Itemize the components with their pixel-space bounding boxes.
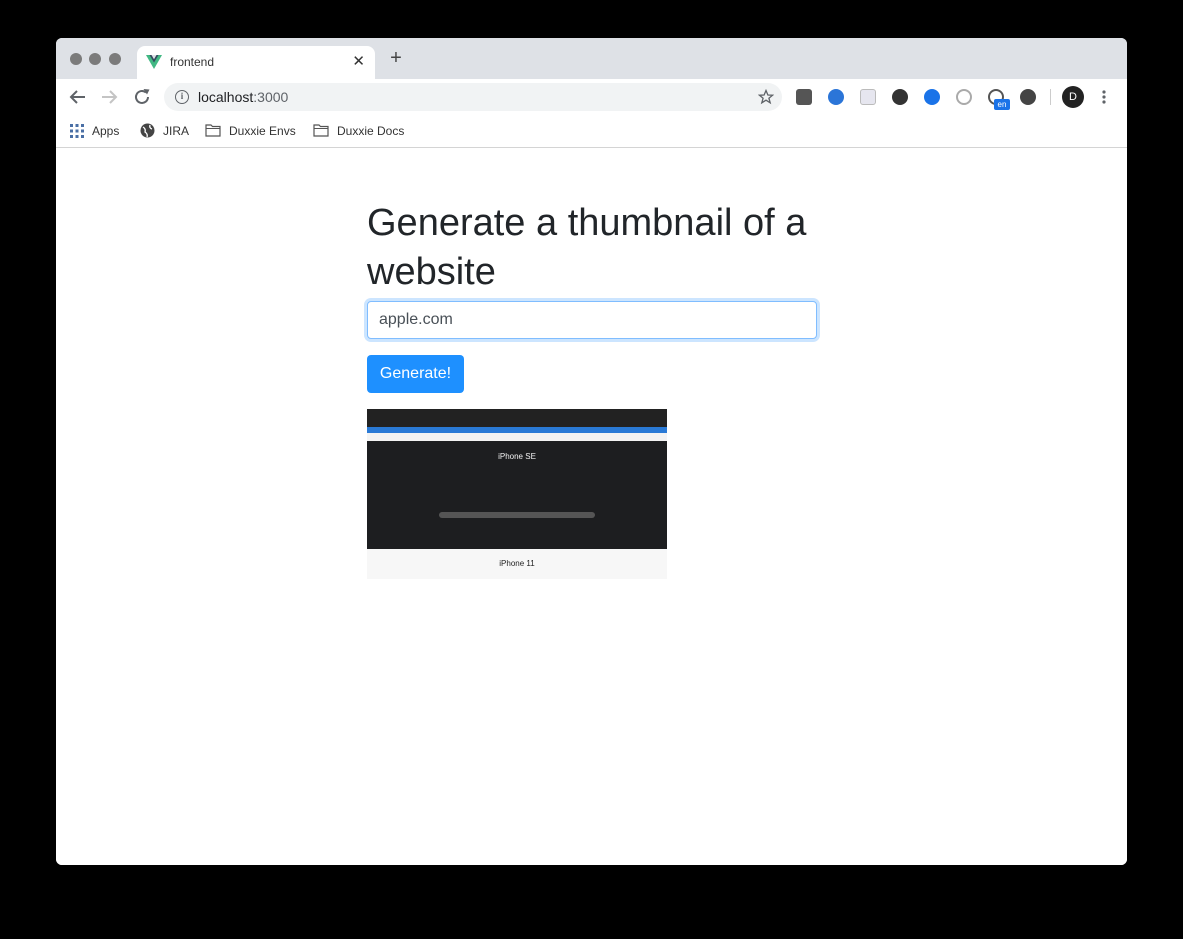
- globe-icon: [140, 123, 155, 138]
- thumbnail-headline-1: iPhone SE: [498, 452, 536, 461]
- extension-hand-icon[interactable]: [892, 89, 908, 105]
- tab-title: frontend: [170, 55, 215, 69]
- bookmark-apps[interactable]: Apps: [70, 122, 119, 140]
- address-bar[interactable]: i localhost:3000: [164, 83, 782, 111]
- page-content: Generate a thumbnail of a website Genera…: [56, 149, 1127, 865]
- url-host: localhost: [198, 89, 254, 105]
- page-title: Generate a thumbnail of a website: [367, 202, 807, 293]
- extension-grid-icon[interactable]: [860, 89, 876, 105]
- new-tab-button[interactable]: +: [386, 48, 406, 68]
- vue-logo-icon: [146, 55, 162, 69]
- thumbnail-browser-chrome: [367, 409, 667, 427]
- apps-grid-icon: [70, 123, 84, 138]
- reload-icon[interactable]: [131, 86, 153, 108]
- bookmark-label: Apps: [92, 123, 120, 138]
- extension-target-icon[interactable]: [956, 89, 972, 105]
- toolbar-divider: [1050, 89, 1051, 105]
- browser-toolbar: i localhost:3000 en D: [56, 79, 1127, 115]
- generate-button[interactable]: Generate!: [367, 355, 464, 393]
- url-port: :3000: [253, 89, 289, 105]
- url-text[interactable]: localhost:3000: [198, 89, 288, 105]
- folder-icon: [205, 124, 221, 137]
- thumbnail-headline-2: iPhone 11: [499, 559, 535, 568]
- browser-window: frontend ✕ + i localhost:3000 en D Apps …: [56, 38, 1127, 865]
- extension-g-icon[interactable]: [924, 89, 940, 105]
- folder-icon: [313, 124, 329, 137]
- website-url-input[interactable]: [367, 301, 817, 339]
- kebab-menu-icon[interactable]: [1098, 86, 1110, 108]
- extension-link-icon[interactable]: [1020, 89, 1036, 105]
- extension-compass-icon[interactable]: [828, 89, 844, 105]
- thumbnail-phone-image: [439, 512, 595, 518]
- bookmark-label: Duxxie Envs: [229, 123, 296, 138]
- bookmark-label: JIRA: [163, 123, 190, 138]
- profile-avatar[interactable]: D: [1062, 86, 1084, 108]
- site-info-icon[interactable]: i: [175, 90, 189, 104]
- thumbnail-notice-strip: [367, 433, 667, 441]
- forward-icon[interactable]: [98, 86, 120, 108]
- extension-menu-icon[interactable]: [796, 89, 812, 105]
- bookmarks-bar: Apps JIRA Duxxie Envs Duxxie Docs: [56, 115, 1127, 148]
- title-bar: frontend ✕ +: [56, 38, 1127, 79]
- bookmark-star-icon[interactable]: [758, 89, 774, 105]
- bookmark-label: Duxxie Docs: [337, 123, 405, 138]
- tab-frontend[interactable]: frontend ✕: [137, 46, 375, 79]
- minimize-window-icon[interactable]: [89, 53, 101, 65]
- zoom-window-icon[interactable]: [109, 53, 121, 65]
- close-window-icon[interactable]: [70, 53, 82, 65]
- translate-badge: en: [994, 99, 1010, 110]
- tab-close-icon[interactable]: ✕: [352, 52, 365, 72]
- bookmark-duxxie-docs[interactable]: Duxxie Docs: [313, 122, 404, 140]
- bookmark-jira[interactable]: JIRA: [140, 122, 189, 140]
- bookmark-duxxie-envs[interactable]: Duxxie Envs: [205, 122, 296, 140]
- back-icon[interactable]: [67, 86, 89, 108]
- website-thumbnail: iPhone SE iPhone 11: [367, 409, 667, 579]
